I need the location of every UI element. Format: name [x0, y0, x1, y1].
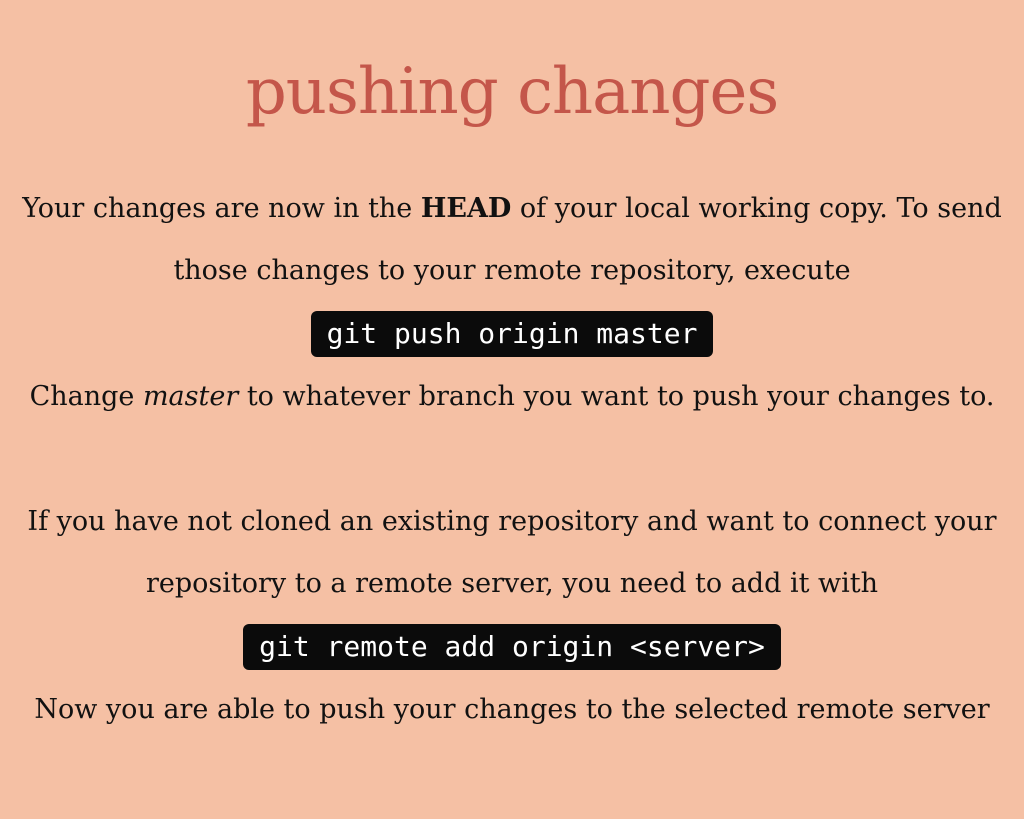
- text-segment: to whatever branch you want to push your…: [238, 381, 995, 412]
- paragraph-line: Change master to whatever branch you wan…: [0, 377, 1024, 417]
- paragraph-line: Your changes are now in the HEAD of your…: [0, 189, 1024, 229]
- code-block-remote: git remote add origin <server>: [243, 624, 781, 670]
- text-segment: Change: [29, 381, 143, 412]
- paragraph-line: repository to a remote server, you need …: [145, 568, 879, 599]
- code-block-container: git push origin master: [0, 311, 1024, 357]
- italic-text: master: [142, 381, 239, 412]
- bold-text: HEAD: [420, 193, 512, 224]
- text-segment: of your local working copy. To send: [511, 193, 1002, 224]
- paragraph-line: Now you are able to push your changes to…: [34, 694, 990, 725]
- code-block-push: git push origin master: [310, 311, 714, 357]
- paragraph-line: those changes to your remote repository,…: [173, 255, 851, 286]
- text-segment: Your changes are now in the: [22, 193, 421, 224]
- page-title: pushing changes: [245, 55, 779, 129]
- paragraph-line: If you have not cloned an existing repos…: [27, 506, 997, 537]
- code-block-container: git remote add origin <server>: [0, 624, 1024, 670]
